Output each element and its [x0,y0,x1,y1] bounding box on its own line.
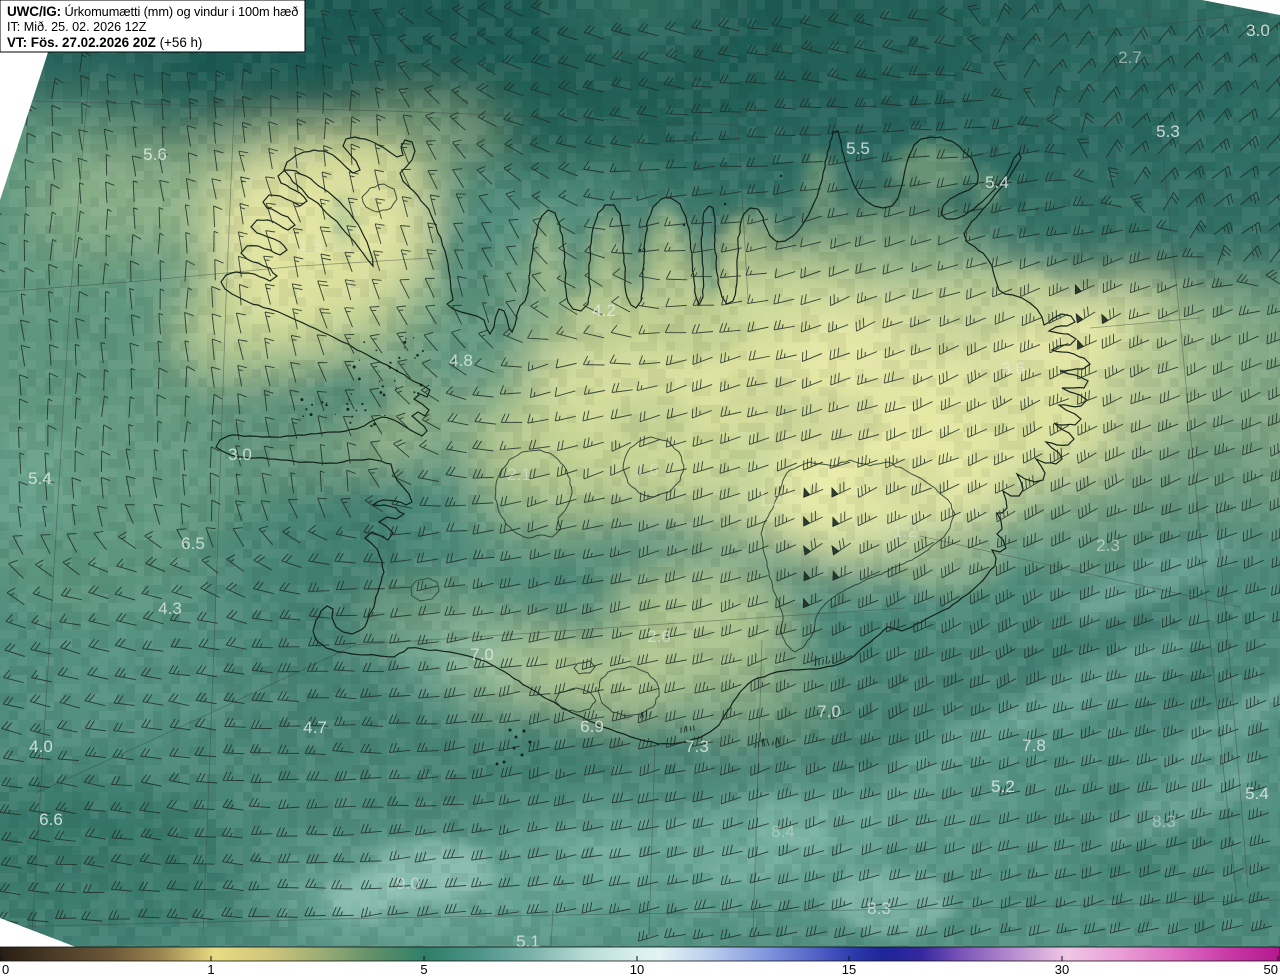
svg-text:2.1: 2.1 [507,465,531,484]
svg-text:8.3: 8.3 [867,899,891,918]
svg-text:5.2: 5.2 [991,777,1015,796]
svg-text:7.0: 7.0 [817,702,841,721]
svg-text:IT: Mið. 25. 02. 2026 12Z: IT: Mið. 25. 02. 2026 12Z [7,20,147,34]
svg-text:15: 15 [842,962,856,977]
svg-text:7.3: 7.3 [685,737,709,756]
svg-text:5.3: 5.3 [1156,122,1180,141]
svg-text:2.7: 2.7 [1118,48,1142,67]
svg-text:VT: Fös. 27.02.2026 20Z (+56 h: VT: Fös. 27.02.2026 20Z (+56 h) [7,35,202,50]
svg-text:50: 50 [1264,962,1278,977]
svg-text:3.0: 3.0 [1246,21,1270,40]
svg-text:1.5: 1.5 [298,236,322,255]
svg-text:1: 1 [207,962,214,977]
svg-text:UWC/IG: Úrkomumætti (mm) og vi: UWC/IG: Úrkomumætti (mm) og vindur i 100… [7,4,298,19]
svg-text:1.6: 1.6 [635,460,659,479]
svg-text:4.3: 4.3 [158,599,182,618]
svg-text:8.4: 8.4 [771,822,795,841]
svg-text:5.4: 5.4 [28,469,52,488]
svg-text:8.3: 8.3 [1152,812,1176,831]
svg-text:6.5: 6.5 [181,534,205,553]
svg-text:7.8: 7.8 [1022,736,1046,755]
svg-text:1.2: 1.2 [758,491,782,510]
svg-text:5.4: 5.4 [985,173,1009,192]
svg-text:4.0: 4.0 [29,737,53,756]
svg-text:4.8: 4.8 [449,351,473,370]
svg-text:3.0: 3.0 [228,445,252,464]
svg-text:0: 0 [2,962,9,977]
svg-text:30: 30 [1055,962,1069,977]
svg-text:10: 10 [630,962,644,977]
svg-text:9.0: 9.0 [396,874,420,893]
svg-text:3.6: 3.6 [1001,359,1025,378]
svg-text:1.2: 1.2 [893,522,917,541]
svg-text:4.2: 4.2 [592,301,616,320]
svg-text:5.6: 5.6 [143,145,167,164]
svg-text:2.3: 2.3 [1096,536,1120,555]
svg-text:6.9: 6.9 [580,717,604,736]
svg-text:5.5: 5.5 [846,139,870,158]
svg-text:7.0: 7.0 [470,645,494,664]
svg-text:5.4: 5.4 [1245,784,1269,803]
svg-text:5: 5 [420,962,427,977]
svg-text:6.6: 6.6 [39,810,63,829]
svg-text:4.7: 4.7 [303,718,327,737]
svg-text:2.6: 2.6 [647,627,671,646]
